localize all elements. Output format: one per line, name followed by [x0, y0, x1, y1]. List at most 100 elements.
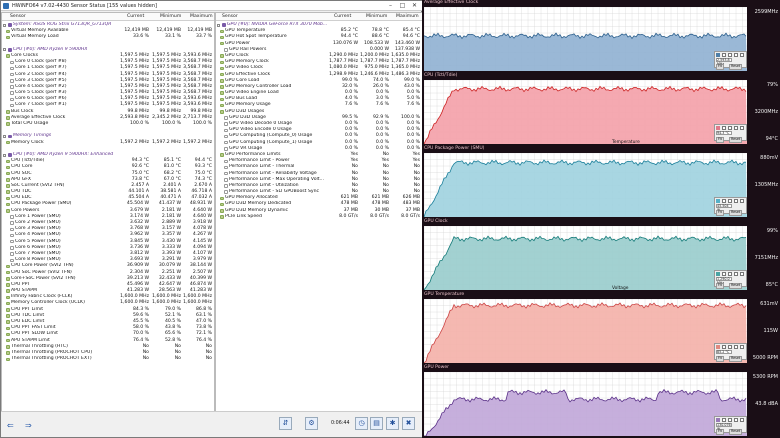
sensor-pane-left[interactable]: Sensor Current Minimum Maximum System: A… [1, 12, 215, 412]
checkbox[interactable] [740, 199, 744, 203]
sensor-row[interactable]: PCIe Link Speed 8.0 GT/s 8.0 GT/s 8.0 GT/s [216, 214, 422, 220]
sensor-min-value: 8.0 GT/s [370, 213, 389, 219]
col-current[interactable]: Current [127, 14, 144, 19]
chip-icon [8, 134, 12, 139]
column-header[interactable]: Sensor Current Minimum Maximum [2, 13, 214, 21]
col-minimum[interactable]: Minimum [366, 14, 387, 19]
checkbox[interactable] [740, 272, 744, 276]
checkbox[interactable] [734, 418, 738, 422]
checkbox[interactable] [728, 418, 732, 422]
checkbox[interactable] [740, 345, 744, 349]
collapse-toggle-icon[interactable] [3, 153, 6, 157]
sensor-icon [224, 116, 228, 120]
sensor-pane-right[interactable]: Sensor Current Minimum Maximum GPU [#0]:… [215, 12, 423, 412]
checkbox[interactable] [722, 199, 726, 203]
checkbox[interactable] [740, 53, 744, 57]
close-button[interactable]: ✕ [410, 2, 419, 10]
sensor-graph[interactable]: GPU Power 130.076 WFit Reset 5300 RPM 43.8 d… [422, 365, 780, 438]
title-bar: HWiNFO64 v7.02-4430 Sensor Status [155 v… [1, 1, 423, 11]
sensor-icon [6, 277, 10, 281]
color-swatch[interactable] [716, 418, 720, 422]
sensor-icon [6, 202, 10, 207]
color-swatch[interactable] [716, 345, 720, 349]
color-swatch[interactable] [716, 272, 720, 276]
checkbox[interactable] [728, 272, 732, 276]
fit-button[interactable]: Fit [716, 137, 724, 143]
close-icon[interactable]: ✖ [402, 417, 415, 430]
reset-button[interactable]: Reset [729, 429, 743, 435]
config-sensors-icon[interactable]: ⚙ [305, 417, 318, 430]
sensor-min-value: No [174, 356, 181, 362]
minimize-button[interactable]: – [386, 2, 395, 10]
reset-button[interactable]: Reset [729, 356, 743, 362]
overlay-readout: 115W [763, 328, 779, 334]
fit-button[interactable]: Fit [716, 356, 724, 362]
col-sensor[interactable]: Sensor [10, 14, 26, 19]
checkbox[interactable] [722, 126, 726, 130]
reset-button[interactable]: Reset [729, 137, 743, 143]
sensor-icon [220, 54, 224, 58]
graph-plot-area [423, 79, 747, 145]
fit-button[interactable]: Fit [716, 210, 724, 216]
col-maximum[interactable]: Maximum [396, 14, 419, 19]
chip-icon [222, 23, 226, 27]
checkbox[interactable] [722, 272, 726, 276]
sensor-icon [6, 122, 10, 126]
sensor-icon [224, 140, 228, 145]
arrow-right-icon[interactable]: ⇒ [25, 421, 32, 430]
sensor-graph[interactable]: CPU (Tctl/Tdie) Temperature 94.3 °C Fit Rese… [422, 73, 780, 146]
sensor-row[interactable]: Thermal Throttling (PROCHOT EXT) No No No [2, 356, 214, 362]
color-swatch[interactable] [716, 199, 720, 203]
color-swatch[interactable] [716, 53, 720, 57]
fit-button[interactable]: Fit [716, 429, 724, 435]
reset-button[interactable]: Reset [729, 283, 743, 289]
network-icon[interactable]: ⇵ [279, 417, 292, 430]
col-minimum[interactable]: Minimum [160, 14, 181, 19]
col-sensor[interactable]: Sensor [222, 14, 238, 19]
sensor-icon [220, 215, 224, 219]
sensor-icon [224, 165, 228, 170]
checkbox[interactable] [728, 53, 732, 57]
collapse-toggle-icon[interactable] [3, 134, 6, 138]
color-swatch[interactable] [716, 126, 720, 130]
sensor-icon [224, 134, 228, 139]
clock-icon[interactable]: ◷ [355, 417, 368, 430]
arrow-left-icon[interactable]: ⇐ [7, 421, 14, 430]
maximize-button[interactable]: □ [398, 2, 407, 10]
graph-plot-area [423, 225, 747, 291]
sensor-icon [6, 35, 10, 40]
checkbox[interactable] [728, 345, 732, 349]
collapse-toggle-icon[interactable] [217, 23, 220, 27]
sensor-icon [220, 103, 224, 108]
checkbox[interactable] [728, 126, 732, 130]
fit-button[interactable]: Fit [716, 283, 724, 289]
reset-button[interactable]: Reset [729, 64, 743, 70]
checkbox[interactable] [734, 53, 738, 57]
checkbox[interactable] [740, 126, 744, 130]
sensor-icon [220, 153, 224, 157]
checkbox[interactable] [722, 53, 726, 57]
collapse-toggle-icon[interactable] [3, 23, 6, 27]
collapse-toggle-icon[interactable] [3, 48, 6, 52]
checkbox[interactable] [734, 272, 738, 276]
checkbox[interactable] [722, 418, 726, 422]
fit-button[interactable]: Fit [716, 64, 724, 70]
sensor-graph[interactable]: CPU Package Power (SMU) 45.504 WFit Reset 8… [422, 146, 780, 219]
reset-button[interactable]: Reset [729, 210, 743, 216]
sensor-graph[interactable]: GPU Temperature 85.2 °C Fit Reset 631mV 115W 5… [422, 292, 780, 365]
checkbox[interactable] [734, 126, 738, 130]
sensor-graph[interactable]: Average Effective Clock 2,593.8 MHzFit Res… [422, 0, 780, 73]
sensor-graph[interactable]: GPU Clock Voltage 1,290.0 MHzFit Reset 99% 71… [422, 219, 780, 292]
checkbox[interactable] [734, 345, 738, 349]
col-current[interactable]: Current [334, 14, 351, 19]
chip-icon [8, 48, 12, 52]
column-header[interactable]: Sensor Current Minimum Maximum [216, 13, 422, 21]
checkbox[interactable] [734, 199, 738, 203]
col-maximum[interactable]: Maximum [190, 14, 213, 19]
settings-icon[interactable]: ✱ [386, 417, 399, 430]
save-log-icon[interactable]: ▤ [370, 417, 383, 430]
checkbox[interactable] [740, 418, 744, 422]
graph-canvas [423, 6, 747, 71]
checkbox[interactable] [722, 345, 726, 349]
checkbox[interactable] [728, 199, 732, 203]
